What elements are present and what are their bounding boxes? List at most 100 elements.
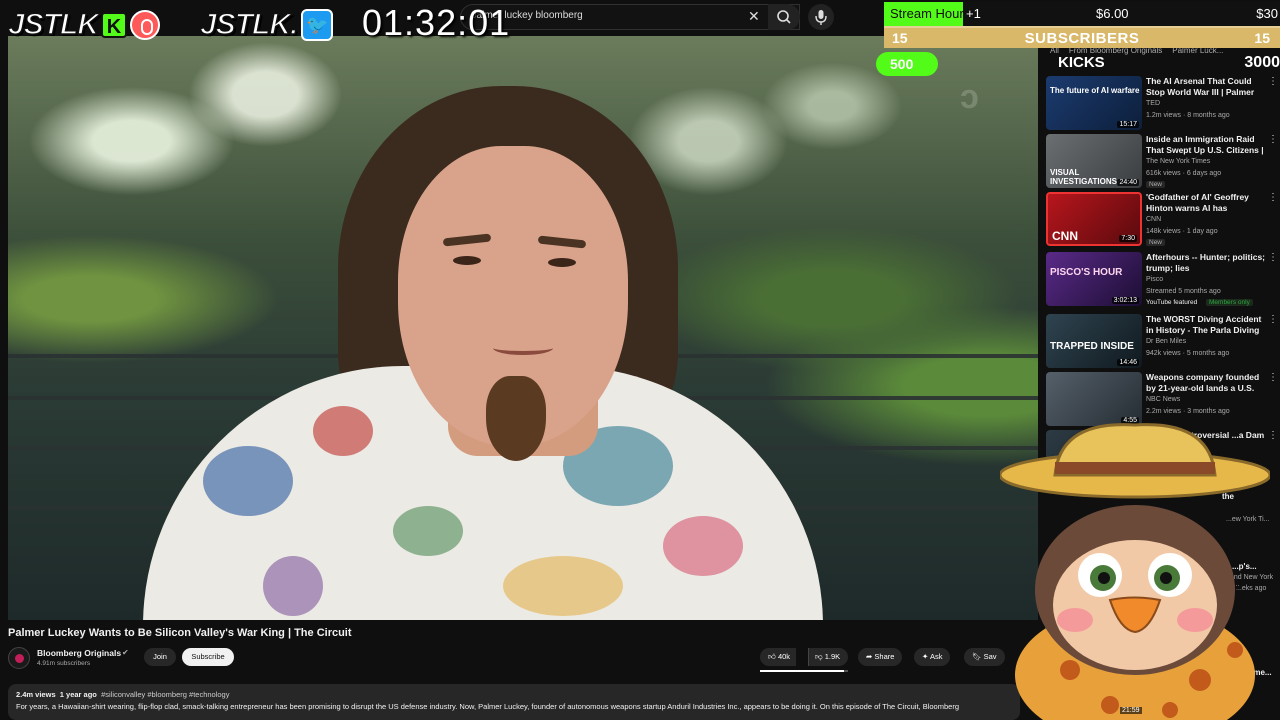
video-player[interactable]: ɔ <box>8 36 1038 620</box>
more-options-icon[interactable]: ⋮ <box>1268 134 1278 145</box>
clear-search-icon[interactable]: ✕ <box>748 8 760 25</box>
recommendation-channel[interactable]: Dr Ben Miles <box>1146 338 1186 345</box>
like-count: 40k <box>777 652 791 661</box>
thumb-label: PISCO'S HOUR <box>1050 267 1123 278</box>
recommendation-item[interactable]: The future of AI warfare 15:17 The AI Ar… <box>1046 76 1280 134</box>
bookmark-icon: 🔖︎ <box>972 652 982 661</box>
more-options-icon[interactable]: ⋮ <box>1268 314 1278 325</box>
goatee <box>486 376 546 461</box>
more-options-icon[interactable]: ⋮ <box>1268 192 1278 203</box>
upload-age: 1 year ago <box>59 690 97 699</box>
share-icon: ➦ <box>866 652 873 661</box>
record-icon <box>130 10 161 40</box>
channel-name[interactable]: Bloomberg Originals <box>37 648 121 658</box>
search-button[interactable] <box>768 4 800 30</box>
duration-badge: 3:02:13 <box>1111 297 1139 304</box>
video-thumbnail[interactable]: PISCO'S HOUR 3:02:13 <box>1046 252 1142 306</box>
view-count: 2.4m views <box>16 690 56 699</box>
duration-badge: 14:46 <box>1117 359 1139 366</box>
video-thumbnail[interactable]: 4:55 <box>1046 372 1142 426</box>
video-thumbnail[interactable]: The future of AI warfare 15:17 <box>1046 76 1142 130</box>
description-box[interactable]: 2.4m views 1 year ago #siliconvalley #bl… <box>8 684 1020 720</box>
recommendation-title[interactable]: 'Godfather of AI' Geoffrey Hinton warns … <box>1146 192 1266 214</box>
members-only-badge: Members only <box>1206 299 1253 306</box>
recommendation-title[interactable]: Weapons company founded by 21-year-old l… <box>1146 372 1266 394</box>
recommendation-title[interactable]: Inside an Immigration Raid That Swept Up… <box>1146 134 1266 156</box>
thumb-label: CNN <box>1052 229 1078 243</box>
recommendation-item[interactable]: CNN 7:30 'Godfather of AI' Geoffrey Hint… <box>1046 192 1280 250</box>
dislike-count: 1.9K <box>824 652 841 661</box>
kicks-goal-bar: 500 KICKS 3000 <box>876 52 1280 78</box>
recommendation-meta: 1.2m views · 8 months ago <box>1146 112 1230 119</box>
recommendation-title[interactable]: Afterhours -- Hunter; politics; trump; l… <box>1146 252 1266 274</box>
duration-badge: 15:17 <box>1117 121 1139 128</box>
recommendation-title[interactable]: The AI Arsenal That Could Stop World War… <box>1146 76 1266 98</box>
thumbs-up-icon: 👍︎ <box>768 652 776 661</box>
duration-badge: 24:40 <box>1117 179 1139 186</box>
more-options-icon[interactable]: ⋮ <box>1268 372 1278 383</box>
video-thumbnail[interactable]: TRAPPED INSIDE 14:46 <box>1046 314 1142 368</box>
description-text: For years, a Hawaiian-shirt wearing, fli… <box>16 702 959 711</box>
stream-timer: 01:32:01 <box>362 2 511 43</box>
save-button[interactable]: 🔖︎ Sav <box>964 648 1005 666</box>
recommendation-meta: 2.2m views · 3 months ago <box>1146 408 1230 415</box>
twitter-bird-icon: 🐦 <box>301 9 334 41</box>
clip-timestamp: 21:59 <box>1120 707 1142 714</box>
duration-badge: 7:30 <box>1119 235 1137 242</box>
video-thumbnail[interactable]: CNN 7:30 <box>1046 192 1142 246</box>
recommendation-channel[interactable]: Pisco <box>1146 276 1163 283</box>
mic-icon <box>815 10 827 25</box>
more-options-icon[interactable]: ⋮ <box>1268 252 1278 263</box>
kicks-label: KICKS <box>1058 54 1105 71</box>
hashtags[interactable]: #siliconvalley #bloomberg #technology <box>101 690 229 699</box>
more-options-icon[interactable]: ⋮ <box>1268 76 1278 87</box>
voice-search-button[interactable] <box>808 4 834 30</box>
thumb-label: TRAPPED INSIDE <box>1050 341 1134 352</box>
kick-icon: K <box>101 12 128 38</box>
penguin-mascot-icon <box>1000 423 1270 720</box>
search-icon <box>777 10 791 24</box>
recommendation-title[interactable]: The WORST Diving Accident in History - T… <box>1146 314 1266 336</box>
stream-hours-label: Stream Hours <box>890 6 971 21</box>
video-thumbnail[interactable]: VISUAL INVESTIGATIONS 24:40 <box>1046 134 1142 188</box>
new-badge: New <box>1146 239 1166 246</box>
subscribe-button[interactable]: Subscribe <box>182 648 234 666</box>
verified-icon: ✔ <box>122 648 129 657</box>
description-meta: 2.4m views 1 year ago #siliconvalley #bl… <box>16 690 1012 699</box>
recommendation-item[interactable]: PISCO'S HOUR 3:02:13 Afterhours -- Hunte… <box>1046 252 1280 310</box>
share-label: Share <box>874 652 895 661</box>
recommendation-channel[interactable]: CNN <box>1146 216 1161 223</box>
recommendation-item[interactable]: VISUAL INVESTIGATIONS 24:40 Inside an Im… <box>1046 134 1280 192</box>
thumbs-down-icon: 👎︎ <box>815 652 823 661</box>
like-button[interactable]: 👍︎ 40k <box>760 648 797 666</box>
stream-goals-overlay: Stream Hours +1 $6.00 $30 15 SUBSCRIBERS… <box>876 0 1280 80</box>
share-button[interactable]: ➦ Share <box>858 648 903 666</box>
video-watermark: ɔ <box>960 78 979 116</box>
kicks-goal: 3000 <box>1244 54 1280 71</box>
subscribers-goal-bar: 15 SUBSCRIBERS 15 <box>884 26 1280 48</box>
featured-badge: YouTube featured <box>1146 299 1198 306</box>
thumb-label: The future of AI warfare <box>1050 86 1140 95</box>
recommendation-item[interactable]: TRAPPED INSIDE 14:46 The WORST Diving Ac… <box>1046 314 1280 372</box>
stream-hours-goal: $30 <box>1256 6 1278 21</box>
recommendation-meta: 148k views · 1 day ago <box>1146 228 1218 235</box>
join-button[interactable]: Join <box>144 648 176 666</box>
jstlk-twitter-logo: JSTLK. 🐦 <box>199 7 334 42</box>
recommendation-channel[interactable]: NBC News <box>1146 396 1180 403</box>
logo-text: JSTLK <box>7 7 100 42</box>
stream-hours-bar: Stream Hours +1 $6.00 $30 <box>884 2 1280 26</box>
channel-avatar[interactable] <box>8 647 30 669</box>
ask-label: Ask <box>929 652 943 661</box>
ask-button[interactable]: ✦ Ask <box>914 648 951 666</box>
channel-subscriber-count: 4.91m subscribers <box>37 660 91 667</box>
stream-hours-plus: +1 <box>966 6 981 21</box>
like-ratio-bar <box>760 670 848 672</box>
sparkle-icon: ✦ <box>922 652 929 661</box>
recommendation-meta: Streamed 5 months ago <box>1146 288 1221 295</box>
recommendation-meta: 616k views · 6 days ago <box>1146 170 1222 177</box>
recommendation-channel[interactable]: The New York Times <box>1146 158 1210 165</box>
recommendation-channel[interactable]: TED <box>1146 100 1160 107</box>
dislike-button[interactable]: 👎︎ 1.9K <box>808 648 849 666</box>
like-ratio-fill <box>760 670 845 672</box>
subs-goal: 15 <box>1254 30 1270 46</box>
